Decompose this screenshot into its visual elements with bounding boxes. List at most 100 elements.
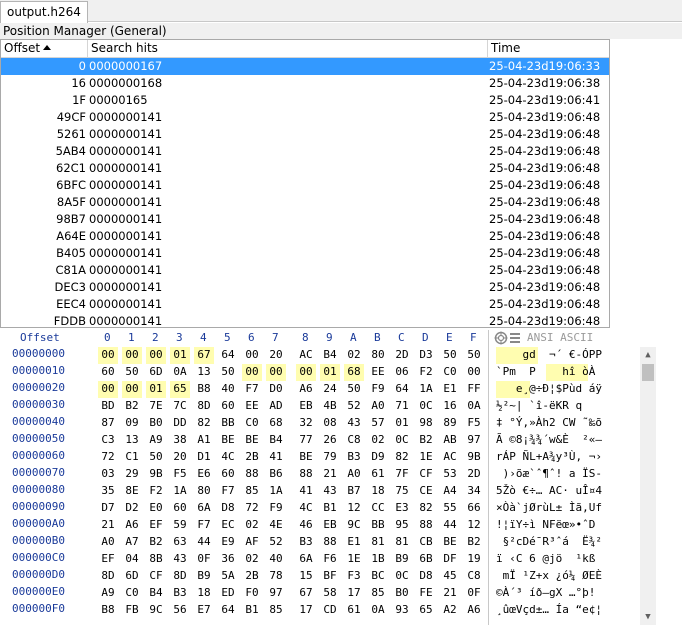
hex-byte[interactable]: D2 [122, 500, 142, 517]
hex-byte[interactable]: 40 [266, 551, 286, 568]
hex-byte[interactable]: 21 [320, 466, 340, 483]
hex-byte[interactable]: E0 [146, 500, 166, 517]
hex-byte[interactable]: 1E [416, 449, 436, 466]
hex-byte[interactable]: 04 [122, 551, 142, 568]
table-row[interactable]: 1F 00000165 25-04-23d19:06:41 [1, 92, 609, 109]
hex-byte[interactable]: B6 [266, 466, 286, 483]
hex-byte[interactable]: 0F [194, 551, 214, 568]
hex-byte[interactable]: 0C [416, 398, 436, 415]
hex-byte[interactable]: 0A [368, 602, 388, 619]
hex-byte[interactable]: B1 [242, 602, 262, 619]
hex-byte[interactable]: 13 [122, 432, 142, 449]
hex-byte[interactable]: EF [146, 517, 166, 534]
hex-byte[interactable]: 85 [368, 585, 388, 602]
hex-byte[interactable]: B3 [170, 585, 190, 602]
hex-byte[interactable]: 12 [464, 517, 484, 534]
hex-byte[interactable]: 55 [440, 500, 460, 517]
hex-byte[interactable]: 8D [98, 568, 118, 585]
hex-byte[interactable]: BD [98, 398, 118, 415]
hex-byte[interactable]: A1 [194, 432, 214, 449]
table-row[interactable]: 8A5F 0000000141 25-04-23d19:06:48 [1, 194, 609, 211]
hex-byte[interactable]: E7 [194, 602, 214, 619]
hex-byte[interactable]: 59 [170, 517, 190, 534]
hex-byte[interactable]: BF [320, 568, 340, 585]
hex-byte[interactable]: B1 [320, 500, 340, 517]
hex-byte[interactable]: B4 [146, 585, 166, 602]
hex-byte[interactable]: F6 [320, 551, 340, 568]
hex-byte[interactable]: EF [98, 551, 118, 568]
hex-byte[interactable]: E1 [440, 381, 460, 398]
hex-byte[interactable]: D0 [266, 381, 286, 398]
hex-byte[interactable]: 64 [218, 602, 238, 619]
hex-byte[interactable]: 4B [320, 398, 340, 415]
table-row[interactable]: 5261 0000000141 25-04-23d19:06:48 [1, 126, 609, 143]
hex-byte[interactable]: FB [122, 602, 142, 619]
hex-byte[interactable]: 12 [344, 500, 364, 517]
hex-byte[interactable]: 6D [146, 364, 166, 381]
hex-byte[interactable]: EB [320, 517, 340, 534]
hex-byte[interactable]: 1B [368, 551, 388, 568]
hex-byte[interactable]: 21 [440, 585, 460, 602]
lifebuoy-icon[interactable] [494, 331, 508, 345]
hex-byte[interactable]: 4E [266, 517, 286, 534]
hex-byte[interactable]: 50 [440, 347, 460, 364]
hex-byte[interactable]: 43 [170, 551, 190, 568]
hex-byte[interactable]: 60 [218, 466, 238, 483]
hex-byte[interactable]: 78 [266, 568, 286, 585]
hex-byte[interactable]: 19 [464, 551, 484, 568]
hex-byte[interactable]: 02 [368, 432, 388, 449]
hex-byte[interactable]: B2 [416, 432, 436, 449]
hex-byte[interactable]: E1 [344, 534, 364, 551]
hex-byte[interactable]: 64 [218, 347, 238, 364]
hex-byte[interactable]: 43 [320, 483, 340, 500]
hex-byte[interactable]: 60 [98, 364, 118, 381]
hex-byte[interactable]: A2 [440, 602, 460, 619]
hex-byte[interactable]: 50 [146, 449, 166, 466]
hex-byte[interactable]: 2B [242, 449, 262, 466]
hex-byte[interactable]: B4 [266, 432, 286, 449]
hex-byte[interactable]: 88 [320, 534, 340, 551]
hex-byte[interactable]: 2D [392, 347, 412, 364]
column-header-time[interactable]: Time [488, 40, 609, 58]
hex-byte[interactable]: 95 [392, 517, 412, 534]
hex-byte[interactable]: B3 [344, 449, 364, 466]
hex-byte[interactable]: 60 [170, 500, 190, 517]
column-header-offset[interactable]: Offset [1, 40, 88, 58]
hex-byte[interactable]: 18 [368, 483, 388, 500]
hex-byte[interactable]: A9 [98, 585, 118, 602]
hex-byte[interactable]: F7 [218, 483, 238, 500]
position-manager-list[interactable]: Offset Search hits Time 0 0000000167 25-04… [0, 39, 610, 328]
hex-byte[interactable]: 67 [194, 347, 214, 364]
scroll-down-icon[interactable]: ▼ [640, 609, 656, 625]
hex-byte[interactable]: 7E [146, 398, 166, 415]
hex-byte[interactable]: 9C [344, 517, 364, 534]
hex-byte[interactable]: C0 [242, 415, 262, 432]
hex-byte[interactable]: 52 [344, 398, 364, 415]
hex-byte[interactable]: B7 [344, 483, 364, 500]
hex-byte[interactable]: 01 [392, 415, 412, 432]
hex-byte[interactable]: 68 [266, 415, 286, 432]
hex-byte[interactable]: EE [242, 398, 262, 415]
hex-byte[interactable]: 00 [122, 381, 142, 398]
hex-byte[interactable]: A0 [368, 398, 388, 415]
hex-byte[interactable]: C0 [122, 585, 142, 602]
hex-byte[interactable]: F7 [194, 517, 214, 534]
hex-byte[interactable]: 17 [296, 602, 316, 619]
table-row[interactable]: 5AB4 0000000141 25-04-23d19:06:48 [1, 143, 609, 160]
hex-byte[interactable]: 00 [122, 347, 142, 364]
hex-byte[interactable]: 46 [296, 517, 316, 534]
hex-byte[interactable]: A6 [296, 381, 316, 398]
hex-byte[interactable]: 21 [98, 517, 118, 534]
hex-byte[interactable]: B2 [146, 534, 166, 551]
hex-byte[interactable]: 6B [416, 551, 436, 568]
hex-byte[interactable]: 20 [266, 347, 286, 364]
hex-byte[interactable]: 6A [194, 500, 214, 517]
hex-byte[interactable]: 8D [170, 568, 190, 585]
hex-byte[interactable]: A9 [146, 432, 166, 449]
table-row[interactable]: DEC3 0000000141 25-04-23d19:06:48 [1, 279, 609, 296]
hex-byte[interactable]: 6D [122, 568, 142, 585]
hex-byte[interactable]: A6 [464, 602, 484, 619]
hex-byte[interactable]: 7F [392, 466, 412, 483]
hex-byte[interactable]: 8D [194, 398, 214, 415]
table-row[interactable]: 0 0000000167 25-04-23d19:06:33 [1, 58, 609, 75]
